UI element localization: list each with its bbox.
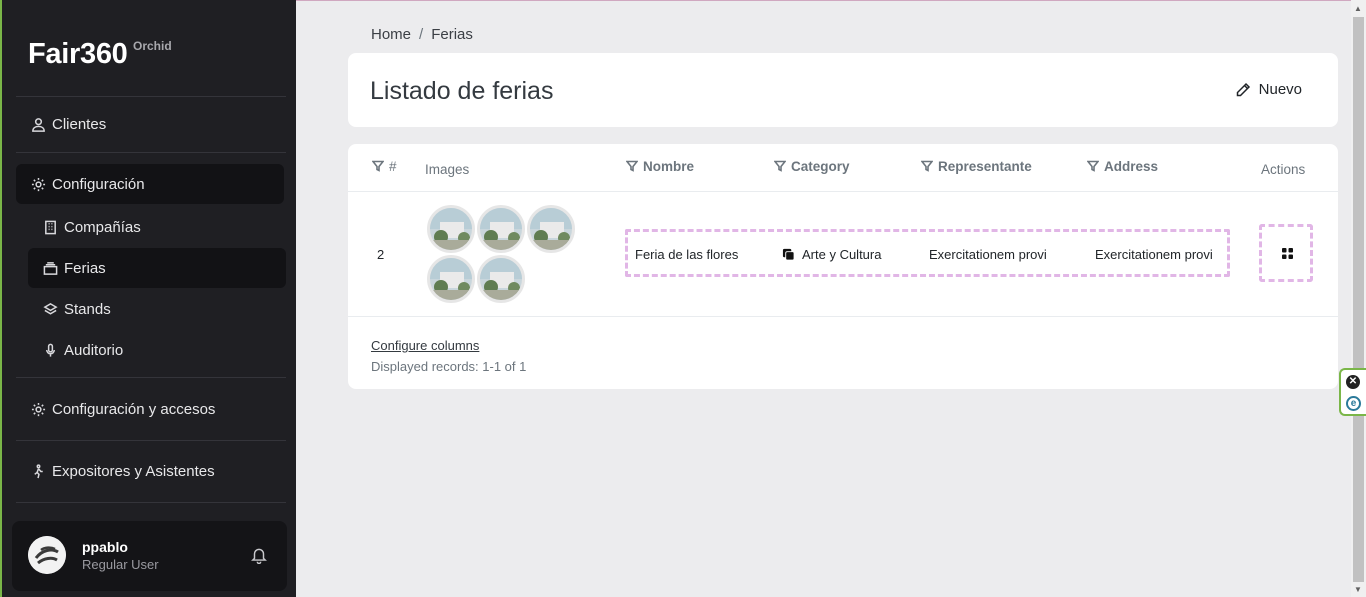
fair-image[interactable] bbox=[527, 205, 575, 253]
sidebar-item-label: Stands bbox=[64, 300, 111, 318]
table-card: # Images Nombre Category Representante A… bbox=[348, 144, 1338, 389]
filter-icon[interactable] bbox=[921, 160, 933, 172]
actions-button[interactable] bbox=[1259, 224, 1313, 282]
records-count: Displayed records: 1-1 of 1 bbox=[371, 359, 527, 374]
user-name: ppablo bbox=[82, 539, 128, 555]
title-card: Listado de ferias Nuevo bbox=[348, 53, 1338, 127]
row-divider bbox=[348, 316, 1338, 317]
breadcrumb: Home / Ferias bbox=[371, 26, 473, 43]
gear-icon bbox=[30, 176, 46, 192]
header-divider bbox=[348, 191, 1338, 192]
column-header-images: Images bbox=[425, 161, 469, 177]
filter-icon[interactable] bbox=[372, 160, 384, 172]
sidebar-item-auditorio[interactable]: Auditorio bbox=[28, 330, 286, 370]
brand-subtitle: Orchid bbox=[133, 39, 172, 53]
divider bbox=[16, 152, 286, 153]
scrollbar-thumb[interactable] bbox=[1353, 17, 1364, 582]
column-header-id[interactable]: # bbox=[372, 158, 397, 174]
configure-columns-link[interactable]: Configure columns bbox=[371, 338, 479, 353]
divider bbox=[16, 440, 286, 441]
sidebar-item-expositores[interactable]: Expositores y Asistentes bbox=[16, 451, 284, 491]
layers-icon bbox=[42, 301, 58, 317]
column-header-actions: Actions bbox=[1261, 161, 1305, 177]
cell-nombre[interactable]: Feria de las flores bbox=[635, 247, 738, 262]
building-icon bbox=[42, 219, 58, 235]
sidebar-item-label: Configuración bbox=[52, 175, 145, 193]
column-header-label: Address bbox=[1104, 158, 1159, 174]
divider bbox=[16, 96, 286, 97]
grid-icon bbox=[1282, 248, 1293, 259]
fair-image[interactable] bbox=[427, 205, 475, 253]
sidebar-item-ferias[interactable]: Ferias bbox=[28, 248, 286, 288]
cell-category[interactable]: Arte y Cultura bbox=[782, 247, 881, 262]
column-header-label: Category bbox=[791, 158, 850, 174]
page-title: Listado de ferias bbox=[370, 77, 554, 105]
extension-icon[interactable]: e bbox=[1346, 396, 1361, 411]
breadcrumb-current: Ferias bbox=[431, 26, 473, 43]
sidebar-item-label: Expositores y Asistentes bbox=[52, 462, 215, 480]
extension-widget: ✕ e bbox=[1339, 368, 1366, 416]
column-header-label: # bbox=[389, 158, 397, 174]
cell-id: 2 bbox=[377, 247, 385, 262]
user-profile[interactable]: ppablo Regular User bbox=[12, 521, 287, 591]
divider bbox=[16, 377, 286, 378]
fair-image[interactable] bbox=[477, 255, 525, 303]
new-button-label: Nuevo bbox=[1258, 81, 1302, 98]
bell-icon[interactable] bbox=[250, 546, 268, 565]
gear-icon bbox=[30, 401, 46, 417]
pencil-icon bbox=[1236, 82, 1250, 96]
sidebar-item-label: Compañías bbox=[64, 218, 141, 236]
column-header-label: Representante bbox=[938, 158, 1032, 174]
microphone-icon bbox=[42, 342, 58, 358]
sidebar-item-companias[interactable]: Compañías bbox=[28, 207, 286, 247]
divider bbox=[16, 502, 286, 503]
cell-address[interactable]: Exercitationem provi bbox=[1095, 247, 1213, 262]
breadcrumb-home[interactable]: Home bbox=[371, 26, 411, 43]
walking-person-icon bbox=[30, 463, 46, 479]
user-icon bbox=[30, 116, 46, 132]
column-header-representante[interactable]: Representante bbox=[921, 158, 1032, 174]
sidebar-item-configuracion-accesos[interactable]: Configuración y accesos bbox=[16, 389, 284, 429]
category-label: Arte y Cultura bbox=[802, 247, 882, 262]
top-border bbox=[296, 0, 1351, 1]
column-header-nombre[interactable]: Nombre bbox=[626, 158, 694, 174]
avatar bbox=[28, 536, 66, 574]
column-header-label: Nombre bbox=[643, 158, 695, 174]
sidebar-item-label: Ferias bbox=[64, 259, 106, 277]
stack-icon bbox=[42, 260, 58, 276]
column-header-label: Images bbox=[425, 161, 470, 177]
column-header-label: Actions bbox=[1261, 161, 1306, 177]
sidebar: Fair360 Orchid Clientes Configuración Co… bbox=[0, 0, 296, 597]
close-icon[interactable]: ✕ bbox=[1346, 375, 1360, 389]
sidebar-item-label: Configuración y accesos bbox=[52, 400, 216, 418]
fair-image[interactable] bbox=[477, 205, 525, 253]
filter-icon[interactable] bbox=[1087, 160, 1099, 172]
sidebar-item-stands[interactable]: Stands bbox=[28, 289, 286, 329]
user-role: Regular User bbox=[82, 557, 159, 572]
column-header-address[interactable]: Address bbox=[1087, 158, 1158, 174]
brand-logo[interactable]: Fair360 bbox=[28, 38, 128, 71]
cell-representante[interactable]: Exercitationem provi bbox=[929, 247, 1047, 262]
sidebar-item-clientes[interactable]: Clientes bbox=[16, 104, 284, 144]
column-header-category[interactable]: Category bbox=[774, 158, 850, 174]
filter-icon[interactable] bbox=[774, 160, 786, 172]
fair-image[interactable] bbox=[427, 255, 475, 303]
category-icon bbox=[782, 248, 795, 261]
scroll-up-arrow-icon[interactable]: ▲ bbox=[1354, 4, 1362, 13]
filter-icon[interactable] bbox=[626, 160, 638, 172]
scroll-down-arrow-icon[interactable]: ▼ bbox=[1354, 585, 1362, 594]
sidebar-item-configuracion[interactable]: Configuración bbox=[16, 164, 284, 204]
sidebar-item-label: Clientes bbox=[52, 115, 107, 133]
sidebar-item-label: Auditorio bbox=[64, 341, 124, 359]
breadcrumb-separator: / bbox=[419, 26, 424, 43]
new-button[interactable]: Nuevo bbox=[1235, 81, 1302, 98]
